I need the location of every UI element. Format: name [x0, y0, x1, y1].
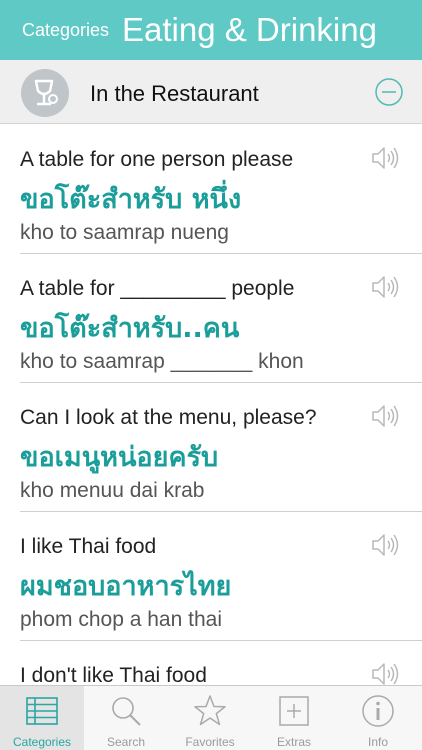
section-title: In the Restaurant [90, 81, 259, 106]
tab-search[interactable]: Search [84, 686, 168, 750]
phrase-english: A table for _________ people [20, 277, 295, 300]
phrase-list[interactable]: A table for one person please ขอโต๊ะสำหร… [0, 125, 422, 685]
nav-header: Categories Eating & Drinking [0, 0, 422, 60]
phrase-english: Can I look at the menu, please? [20, 406, 317, 429]
speaker-icon[interactable] [370, 274, 400, 300]
phrase-row[interactable]: Can I look at the menu, please? ขอเมนูหน… [0, 383, 422, 512]
wine-glass-icon [21, 69, 69, 117]
tab-label: Extras [276, 735, 311, 749]
phrase-thai: ขอเมนูหน่อยครับ [20, 442, 219, 473]
tab-favorites[interactable]: Favorites [168, 686, 252, 750]
section-header[interactable]: In the Restaurant [0, 60, 422, 124]
phrase-row[interactable]: A table for _________ people ขอโต๊ะสำหรั… [0, 254, 422, 383]
speaker-icon[interactable] [370, 661, 400, 685]
categories-list-icon [26, 697, 58, 725]
search-icon [112, 697, 141, 726]
phrase-row[interactable]: I don't like Thai food [0, 641, 422, 685]
tab-info[interactable]: Info [336, 686, 420, 750]
info-icon [362, 695, 394, 727]
star-icon [194, 695, 226, 726]
speaker-icon[interactable] [370, 145, 400, 171]
tab-label: Search [106, 735, 146, 749]
phrase-transliteration: kho to saamrap nueng [20, 221, 229, 244]
tab-extras[interactable]: Extras [252, 686, 336, 750]
phrase-english: I like Thai food [20, 535, 157, 558]
page-title: Eating & Drinking [122, 11, 377, 48]
phrase-thai: ขอโต๊ะสำหรับ หนึ่ง [20, 184, 242, 215]
back-button-categories[interactable]: Categories [22, 20, 109, 41]
collapse-minus-icon[interactable] [374, 77, 404, 107]
phrase-row[interactable]: I like Thai food ผมชอบอาหารไทย phom chop… [0, 512, 422, 641]
tab-categories[interactable]: Categories [0, 686, 84, 750]
plus-box-icon [279, 696, 309, 726]
speaker-icon[interactable] [370, 532, 400, 558]
tab-label: Categories [12, 735, 72, 749]
phrase-thai: ขอโต๊ะสำหรับ..คน [20, 313, 240, 344]
speaker-icon[interactable] [370, 403, 400, 429]
tab-label: Info [367, 735, 388, 749]
phrase-english: I don't like Thai food [20, 664, 207, 685]
tab-bar: Categories Search Favorites Extras Info [0, 685, 422, 750]
phrase-transliteration: kho to saamrap _______ khon [20, 350, 304, 373]
phrase-english: A table for one person please [20, 148, 294, 171]
phrase-transliteration: kho menuu dai krab [20, 479, 205, 502]
tab-label: Favorites [185, 735, 235, 749]
phrase-row[interactable]: A table for one person please ขอโต๊ะสำหร… [0, 125, 422, 254]
phrase-thai: ผมชอบอาหารไทย [20, 571, 232, 602]
phrase-transliteration: phom chop a han thai [20, 608, 222, 631]
